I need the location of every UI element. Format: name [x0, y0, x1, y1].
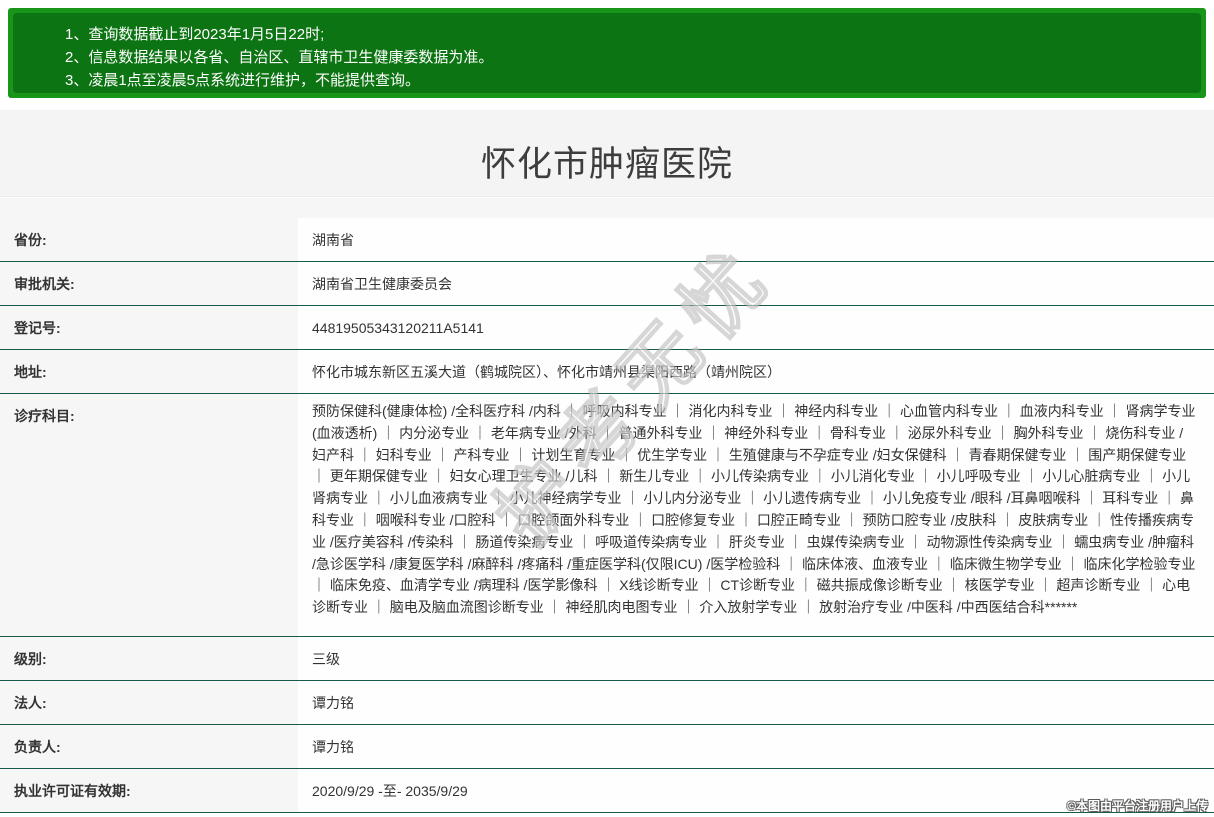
table-row-license-validity: 执业许可证有效期: 2020/9/29 -至- 2035/9/29 — [0, 769, 1214, 813]
row-value: 湖南省 — [298, 218, 1214, 261]
table-row-approval-authority: 审批机关: 湖南省卫生健康委员会 — [0, 262, 1214, 306]
row-value: 谭力铭 — [298, 681, 1214, 724]
row-label: 级别: — [0, 637, 298, 680]
row-value: 湖南省卫生健康委员会 — [298, 262, 1214, 305]
title-band-lower-strip — [0, 198, 1214, 218]
table-row-address: 地址: 怀化市城东新区五溪大道（鹤城院区）、怀化市靖州县渠阳西路（靖州院区） — [0, 350, 1214, 394]
row-label: 诊疗科目: — [0, 394, 298, 636]
row-label: 执业许可证有效期: — [0, 769, 298, 812]
table-row-registration-number: 登记号: 44819505343120211A5141 — [0, 306, 1214, 350]
row-label: 省份: — [0, 218, 298, 261]
row-label: 地址: — [0, 350, 298, 393]
notice-banner-inner: 1、查询数据截止到2023年1月5日22时; 2、信息数据结果以各省、自治区、直… — [13, 13, 1201, 93]
row-label: 登记号: — [0, 306, 298, 349]
row-label: 法人: — [0, 681, 298, 724]
page-title: 怀化市肿瘤医院 — [480, 145, 733, 184]
table-row-medical-departments: 诊疗科目: 预防保健科(健康体检) /全科医疗科 /内科 ｜ 呼吸内科专业 ｜ … — [0, 394, 1214, 637]
notice-line-3: 3、凌晨1点至凌晨5点系统进行维护，不能提供查询。 — [65, 72, 421, 89]
row-label: 审批机关: — [0, 262, 298, 305]
row-value: 44819505343120211A5141 — [298, 306, 1214, 349]
hospital-info-page: 1、查询数据截止到2023年1月5日22时; 2、信息数据结果以各省、自治区、直… — [0, 0, 1214, 817]
table-row-province: 省份: 湖南省 — [0, 218, 1214, 262]
table-row-legal-person: 法人: 谭力铭 — [0, 681, 1214, 725]
row-value: 三级 — [298, 637, 1214, 680]
table-row-person-in-charge: 负责人: 谭力铭 — [0, 725, 1214, 769]
row-value: 预防保健科(健康体检) /全科医疗科 /内科 ｜ 呼吸内科专业 ｜ 消化内科专业… — [298, 394, 1214, 636]
row-value: 谭力铭 — [298, 725, 1214, 768]
hospital-info-table: 省份: 湖南省 审批机关: 湖南省卫生健康委员会 登记号: 4481950534… — [0, 218, 1214, 813]
row-value: 怀化市城东新区五溪大道（鹤城院区）、怀化市靖州县渠阳西路（靖州院区） — [298, 350, 1214, 393]
notice-line-2: 2、信息数据结果以各省、自治区、直辖市卫生健康委数据为准。 — [65, 49, 494, 66]
row-label: 负责人: — [0, 725, 298, 768]
notice-line-1: 1、查询数据截止到2023年1月5日22时; — [65, 26, 325, 43]
title-band: 怀化市肿瘤医院 — [0, 110, 1214, 197]
notice-banner: 1、查询数据截止到2023年1月5日22时; 2、信息数据结果以各省、自治区、直… — [8, 8, 1206, 98]
attribution-watermark: ©本图由平台注册用户上传 — [1067, 799, 1208, 813]
table-row-level: 级别: 三级 — [0, 637, 1214, 681]
